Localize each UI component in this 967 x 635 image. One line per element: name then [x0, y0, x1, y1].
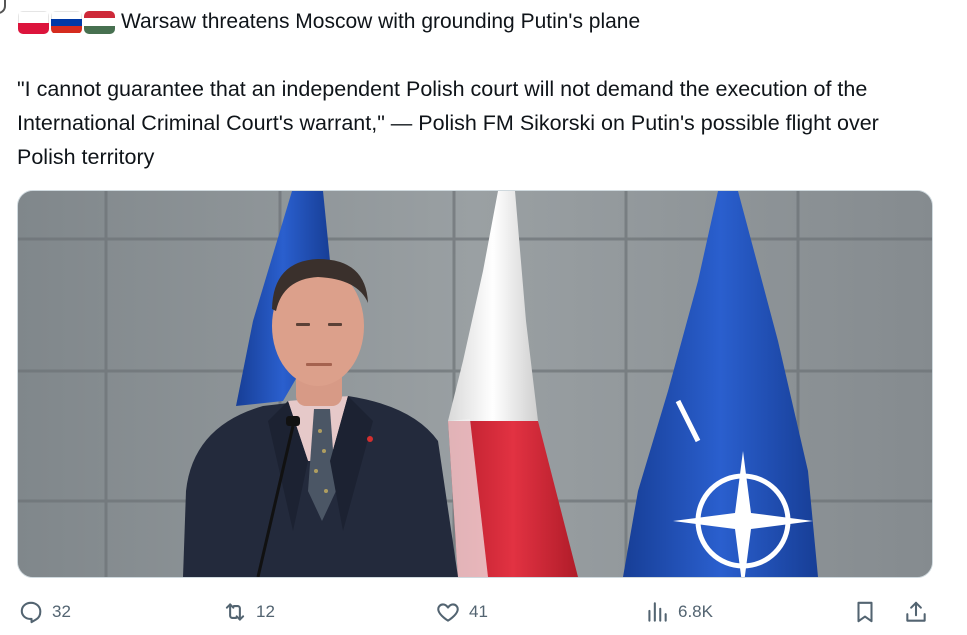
partial-avatar-edge — [0, 0, 6, 14]
bookmark-icon — [857, 601, 873, 623]
headline-text: Warsaw threatens Moscow with grounding P… — [121, 10, 641, 33]
post-action-bar: 32 12 41 6.8K — [0, 592, 967, 632]
hungary-flag-icon — [84, 10, 115, 34]
reply-icon — [20, 601, 42, 624]
repost-button[interactable]: 12 — [222, 592, 275, 632]
post-headline: Warsaw threatens Moscow with grounding P… — [18, 6, 640, 38]
russia-flag-icon — [51, 10, 82, 34]
heart-icon — [437, 603, 459, 622]
press-conference-photo — [18, 191, 932, 577]
like-count: 41 — [469, 602, 488, 621]
reply-count: 32 — [52, 602, 71, 621]
poland-flag-icon — [18, 10, 49, 34]
share-icon — [906, 601, 926, 622]
like-button[interactable]: 41 — [435, 592, 488, 632]
reply-button[interactable]: 32 — [18, 592, 71, 632]
share-button[interactable] — [903, 592, 929, 632]
repost-icon — [225, 603, 245, 621]
analytics-icon — [648, 602, 667, 622]
view-count: 6.8K — [678, 602, 713, 621]
post-image[interactable] — [17, 190, 933, 578]
bookmark-button[interactable] — [852, 592, 878, 632]
post-quote-text: "I cannot guarantee that an independent … — [17, 77, 879, 169]
views-button[interactable]: 6.8K — [644, 592, 713, 632]
flag-emojis — [18, 10, 115, 34]
repost-count: 12 — [256, 602, 275, 621]
